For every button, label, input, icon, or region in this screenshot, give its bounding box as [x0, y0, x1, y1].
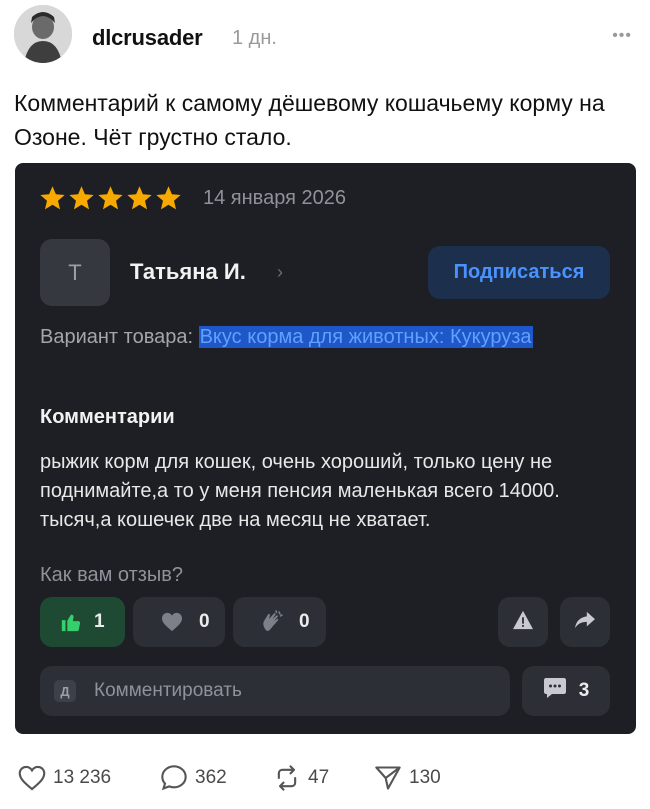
chevron-right-icon: ›: [277, 262, 283, 282]
variant-value: Вкус корма для животных: Кукуруза: [198, 326, 533, 348]
author-name[interactable]: Татьяна И.: [130, 259, 246, 285]
reply-action[interactable]: 362: [160, 762, 227, 794]
clapping-hands-icon: [259, 609, 285, 635]
star-icon: [97, 185, 124, 211]
post-time: 1 дн.: [232, 27, 277, 49]
star-icon: [68, 185, 95, 211]
user-avatar[interactable]: [14, 5, 72, 63]
star-icon: [126, 185, 153, 211]
more-dots-icon[interactable]: •••: [612, 27, 632, 45]
star-icon: [155, 185, 182, 211]
heart-outline-icon: [18, 765, 46, 791]
comments-heading: Комментарии: [40, 406, 175, 428]
commenter-avatar: Д: [54, 680, 76, 702]
share-arrow-icon: [574, 610, 596, 635]
rating-stars: [39, 185, 182, 211]
review-comment-text: рыжик корм для кошек, очень хороший, тол…: [40, 451, 560, 531]
replies-count: 362: [195, 767, 227, 788]
comments-count-button[interactable]: 3: [522, 666, 610, 716]
share-button[interactable]: [560, 597, 610, 647]
heart-icon: [159, 609, 185, 635]
clap-reaction-button[interactable]: 0: [233, 597, 326, 647]
heart-reaction-button[interactable]: 0: [133, 597, 225, 647]
subscribe-button[interactable]: Подписаться: [428, 246, 610, 299]
review-date: 14 января 2026: [203, 187, 346, 209]
comments-count: 3: [578, 680, 590, 701]
review-card: 14 января 2026 Т Татьяна И. › Подписатьс…: [15, 163, 636, 734]
thumbs-up-icon: [58, 609, 84, 635]
repost-action[interactable]: 47: [273, 762, 329, 794]
feedback-question: Как вам отзыв?: [40, 564, 184, 586]
heart-count: 0: [199, 611, 210, 632]
post-actions: 13 236 362 47 130: [18, 762, 578, 794]
variant-label: Вариант товара:: [40, 326, 194, 348]
username[interactable]: dlcrusader: [92, 25, 203, 51]
share-action[interactable]: 130: [374, 762, 441, 794]
likes-count: 13 236: [53, 767, 112, 788]
reposts-count: 47: [308, 767, 330, 788]
comment-placeholder: Комментировать: [94, 680, 242, 701]
warning-icon: [512, 610, 534, 635]
like-action[interactable]: 13 236: [18, 762, 111, 794]
send-icon: [375, 766, 401, 790]
clap-count: 0: [299, 611, 310, 632]
shares-count: 130: [409, 767, 441, 788]
repost-icon: [277, 765, 297, 791]
star-icon: [39, 185, 66, 211]
like-reaction-button[interactable]: 1: [40, 597, 125, 647]
post-header: dlcrusader 1 дн. •••: [14, 5, 636, 67]
report-button[interactable]: [498, 597, 548, 647]
product-variant: Вариант товара: Вкус корма для животных:…: [40, 323, 610, 351]
speech-bubble-icon: [161, 765, 187, 791]
like-count: 1: [94, 611, 105, 632]
author-avatar[interactable]: Т: [40, 239, 110, 306]
chat-bubble-icon: [543, 677, 567, 705]
comment-input[interactable]: Д Комментировать: [40, 666, 510, 716]
post-text: Комментарий к самому дёшевому кошачьему …: [14, 90, 605, 150]
